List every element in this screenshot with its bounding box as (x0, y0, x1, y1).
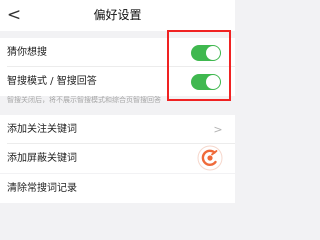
floating-action-icon-graphic (197, 145, 223, 171)
floating-action-icon[interactable] (197, 145, 223, 171)
add-follow-keyword-label: 添加关注关键词 (7, 124, 77, 135)
guess-search-label: 猜你想搜 (7, 47, 47, 58)
add-block-keyword-label: 添加屏蔽关键词 (7, 153, 77, 164)
chevron-right-icon: > (213, 123, 223, 136)
navigation-bar: < 偏好设置 (0, 0, 235, 31)
smart-mode-label: 智搜模式 / 智搜回答 (7, 76, 97, 87)
highlight-annotation-box (167, 30, 231, 101)
clear-history-label: 清除常搜词记录 (7, 183, 77, 194)
page-title: 偏好设置 (93, 8, 142, 22)
clear-history-row[interactable]: 清除常搜词记录 (0, 174, 235, 203)
add-follow-keyword-row[interactable]: 添加关注关键词 > (0, 115, 235, 144)
